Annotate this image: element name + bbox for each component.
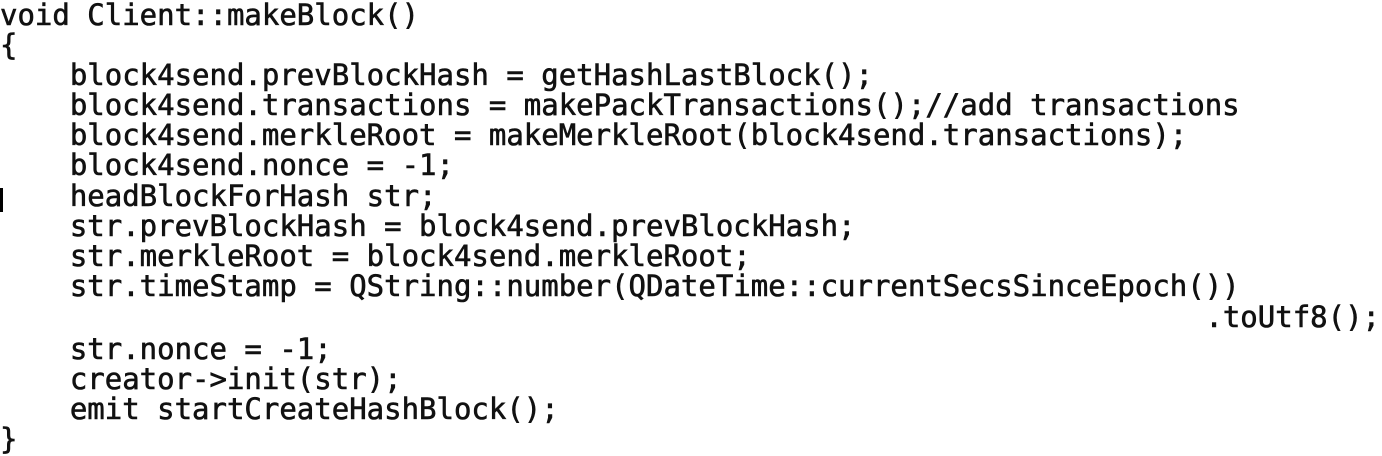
code-line: block4send.nonce = -1; [0, 148, 455, 182]
code-line: block4send.prevBlockHash = getHashLastBl… [0, 58, 874, 92]
code-line: headBlockForHash str; [0, 179, 437, 213]
code-line: str.merkleRoot = block4send.merkleRoot; [0, 239, 752, 273]
code-line: block4send.merkleRoot = makeMerkleRoot(b… [0, 118, 1188, 152]
code-line: void Client::makeBlock() [0, 0, 420, 32]
code-line: creator->init(str); [0, 362, 402, 396]
text-cursor-marker [0, 188, 3, 212]
code-line-continuation: .toUtf8(); [1205, 300, 1380, 334]
code-line: str.timeStamp = QString::number(QDateTim… [0, 269, 1240, 303]
code-line: str.nonce = -1; [0, 332, 333, 366]
code-listing: void Client::makeBlock() { block4send.pr… [0, 0, 1382, 455]
code-line: block4send.transactions = makePackTransa… [0, 88, 1240, 122]
code-line: { [0, 28, 18, 62]
code-line: } [0, 422, 18, 456]
code-line: emit startCreateHashBlock(); [0, 392, 559, 426]
code-line: str.prevBlockHash = block4send.prevBlock… [0, 209, 856, 243]
